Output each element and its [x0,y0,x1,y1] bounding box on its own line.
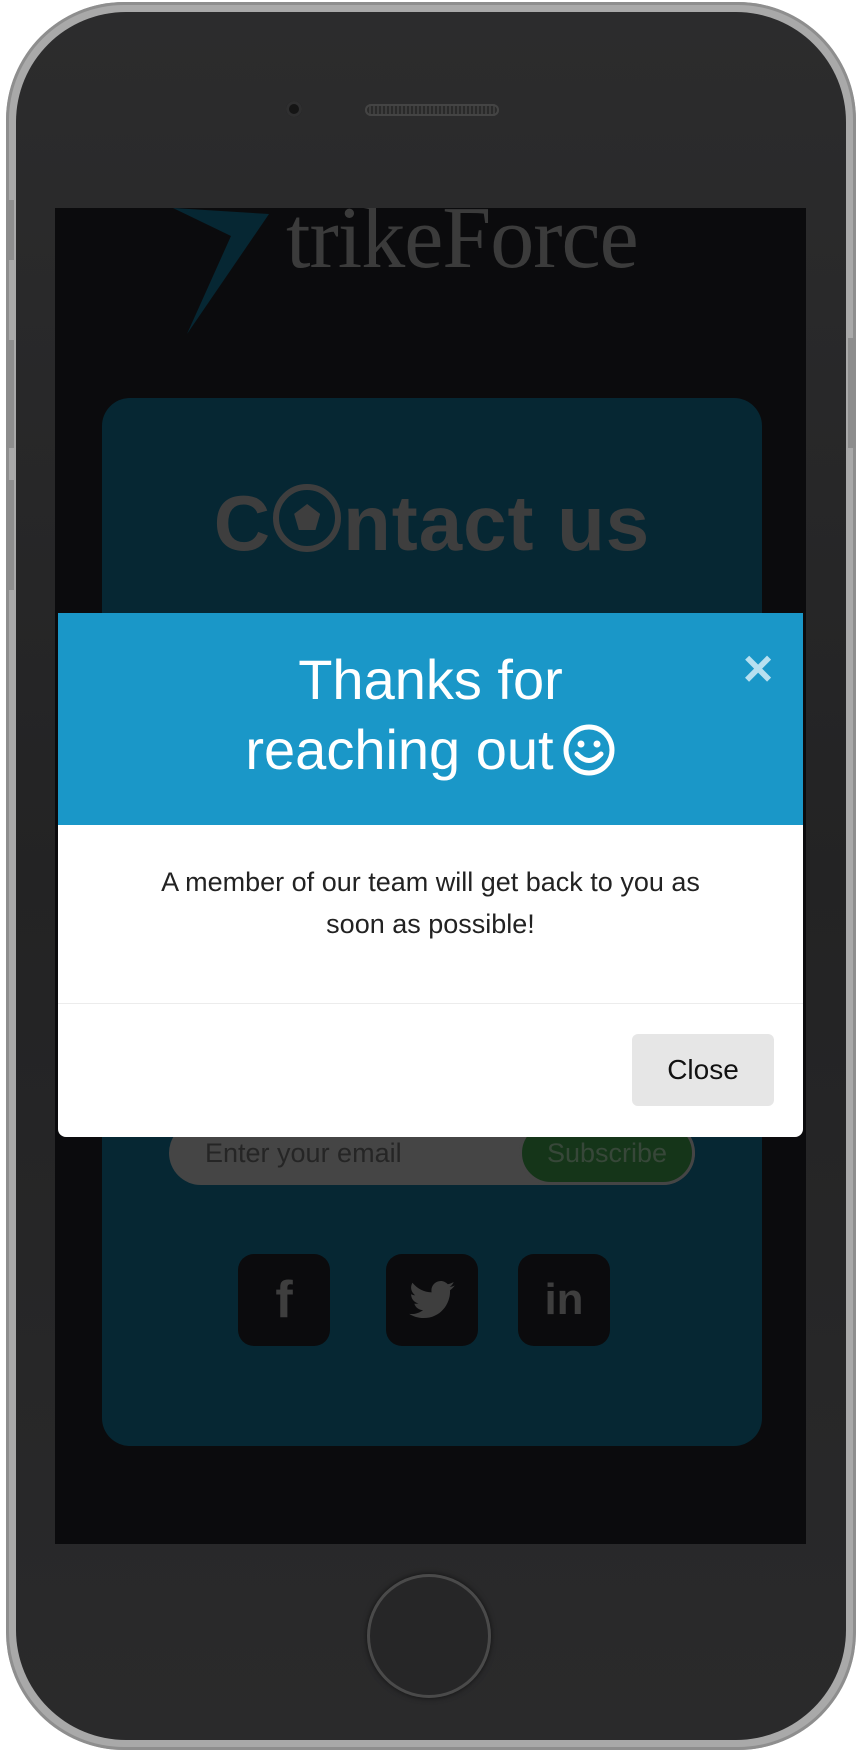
modal-title-line2-wrap: reaching out [58,715,803,785]
modal-footer: Close [58,1003,803,1137]
close-icon[interactable]: × [738,643,778,695]
modal-title: Thanks for reaching out [58,645,803,785]
earpiece-speaker [365,104,499,116]
volume-up-button [6,340,14,448]
phone-screen: trikeForce Cntact us Subscribe f in Than… [55,208,806,1544]
volume-down-button [6,480,14,590]
home-button[interactable] [367,1574,491,1698]
modal-body: A member of our team will get back to yo… [58,825,803,1003]
thanks-modal: Thanks for reaching out × A member of ou… [58,613,803,1137]
power-button [848,338,856,448]
modal-title-line1: Thanks for [298,648,563,711]
front-camera [286,101,302,117]
smiley-icon [563,724,615,776]
modal-message: A member of our team will get back to yo… [161,867,700,939]
mute-switch [6,200,14,260]
modal-title-line2: reaching out [245,718,554,781]
modal-header: Thanks for reaching out × [58,613,803,825]
close-button[interactable]: Close [632,1034,774,1106]
